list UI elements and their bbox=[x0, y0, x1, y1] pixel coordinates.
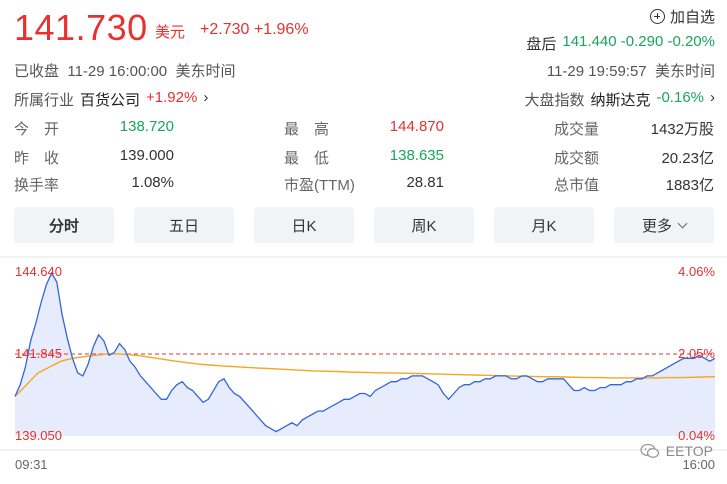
tab-monthly-k[interactable]: 月K bbox=[494, 207, 594, 243]
stat-label: 换手率 bbox=[14, 177, 60, 194]
stat-label: 总市值 bbox=[554, 177, 600, 194]
stat-label: 市盈(TTM) bbox=[284, 177, 355, 194]
y-axis-label-left: 141.845 bbox=[15, 346, 62, 361]
stat-value: 1883亿 bbox=[665, 177, 714, 194]
tab-label: 分时 bbox=[48, 217, 79, 235]
tab-five-day[interactable]: 五日 bbox=[134, 207, 234, 243]
stat-label: 最 高 bbox=[284, 121, 330, 138]
stat-value: 28.81 bbox=[406, 174, 444, 191]
market-index-link[interactable]: 大盘指数 纳斯达克 -0.16% › bbox=[524, 89, 715, 110]
market-index-label: 大盘指数 bbox=[524, 92, 585, 109]
stat-label: 成交量 bbox=[554, 121, 600, 138]
stat-label: 成交额 bbox=[554, 150, 600, 167]
x-axis-label: 09:31 bbox=[15, 457, 48, 472]
after-hours-quote: 盘后 141.440 -0.290 -0.20% bbox=[526, 33, 715, 54]
add-circle-icon bbox=[649, 9, 665, 24]
x-axis-label: 16:00 bbox=[682, 457, 715, 472]
wechat-icon bbox=[640, 443, 659, 458]
chevron-right-icon: › bbox=[710, 89, 715, 106]
industry-link[interactable]: 所属行业 百货公司 +1.92% › bbox=[14, 89, 208, 110]
tab-label: 周K bbox=[411, 217, 437, 235]
quote-stats-grid: 今 开 138.720 最 高 144.870 成交量 1432万股 昨 收 1… bbox=[14, 118, 714, 198]
stat-value: 138.720 bbox=[119, 118, 174, 135]
add-watchlist-label: 加自选 bbox=[669, 9, 715, 26]
market-index-change: -0.16% bbox=[656, 89, 704, 106]
after-hours-label: 盘后 bbox=[526, 36, 557, 53]
industry-label: 所属行业 bbox=[14, 92, 75, 109]
tab-daily-k[interactable]: 日K bbox=[254, 207, 354, 243]
stat-value: 1432万股 bbox=[650, 121, 714, 138]
tab-label: 月K bbox=[531, 217, 557, 235]
tab-label: 更多 bbox=[641, 217, 672, 235]
stat-label: 昨 收 bbox=[14, 150, 60, 167]
after-hours-value: 141.440 -0.290 -0.20% bbox=[562, 33, 715, 50]
last-price: 141.730 bbox=[14, 7, 148, 48]
tab-weekly-k[interactable]: 周K bbox=[374, 207, 474, 243]
after-hours-time: 11-29 19:59:57 美东时间 bbox=[546, 63, 715, 80]
currency-label: 美元 bbox=[155, 24, 186, 41]
stat-value: 139.000 bbox=[119, 147, 174, 164]
price-change: +2.730 +1.96% bbox=[200, 21, 309, 38]
tab-label: 五日 bbox=[168, 217, 199, 235]
watermark: EETOP bbox=[640, 443, 713, 459]
y-axis-label-right: 0.04% bbox=[678, 428, 715, 443]
tab-label: 日K bbox=[291, 217, 317, 235]
tab-intraday[interactable]: 分时 bbox=[14, 207, 114, 243]
chevron-right-icon: › bbox=[203, 89, 209, 106]
stat-value: 1.08% bbox=[131, 174, 174, 191]
stat-label: 今 开 bbox=[14, 121, 60, 138]
stat-value: 138.635 bbox=[389, 147, 444, 164]
chevron-down-icon bbox=[677, 218, 688, 228]
y-axis-label-left: 139.050 bbox=[15, 428, 62, 443]
industry-change: +1.92% bbox=[146, 89, 198, 106]
market-index-name: 纳斯达克 bbox=[590, 92, 651, 109]
market-closed-status: 已收盘 11-29 16:00:00 美东时间 bbox=[14, 63, 236, 80]
add-watchlist-button[interactable]: 加自选 bbox=[649, 6, 715, 27]
y-axis-label-left: 144.640 bbox=[15, 264, 62, 279]
tab-more[interactable]: 更多 bbox=[614, 207, 714, 243]
y-axis-label-right: 4.06% bbox=[678, 264, 715, 279]
stat-label: 最 低 bbox=[284, 150, 330, 167]
watermark-text: EETOP bbox=[665, 443, 713, 459]
stat-value: 20.23亿 bbox=[661, 150, 714, 167]
chart-period-tabs: 分时 五日 日K 周K 月K 更多 bbox=[14, 207, 716, 243]
intraday-chart[interactable]: 144.640 141.845 139.050 4.06% 2.05% 0.04% 09:3… bbox=[0, 254, 727, 484]
stat-value: 144.870 bbox=[389, 118, 444, 135]
industry-name: 百货公司 bbox=[80, 92, 141, 109]
y-axis-label-right: 2.05% bbox=[678, 346, 715, 361]
